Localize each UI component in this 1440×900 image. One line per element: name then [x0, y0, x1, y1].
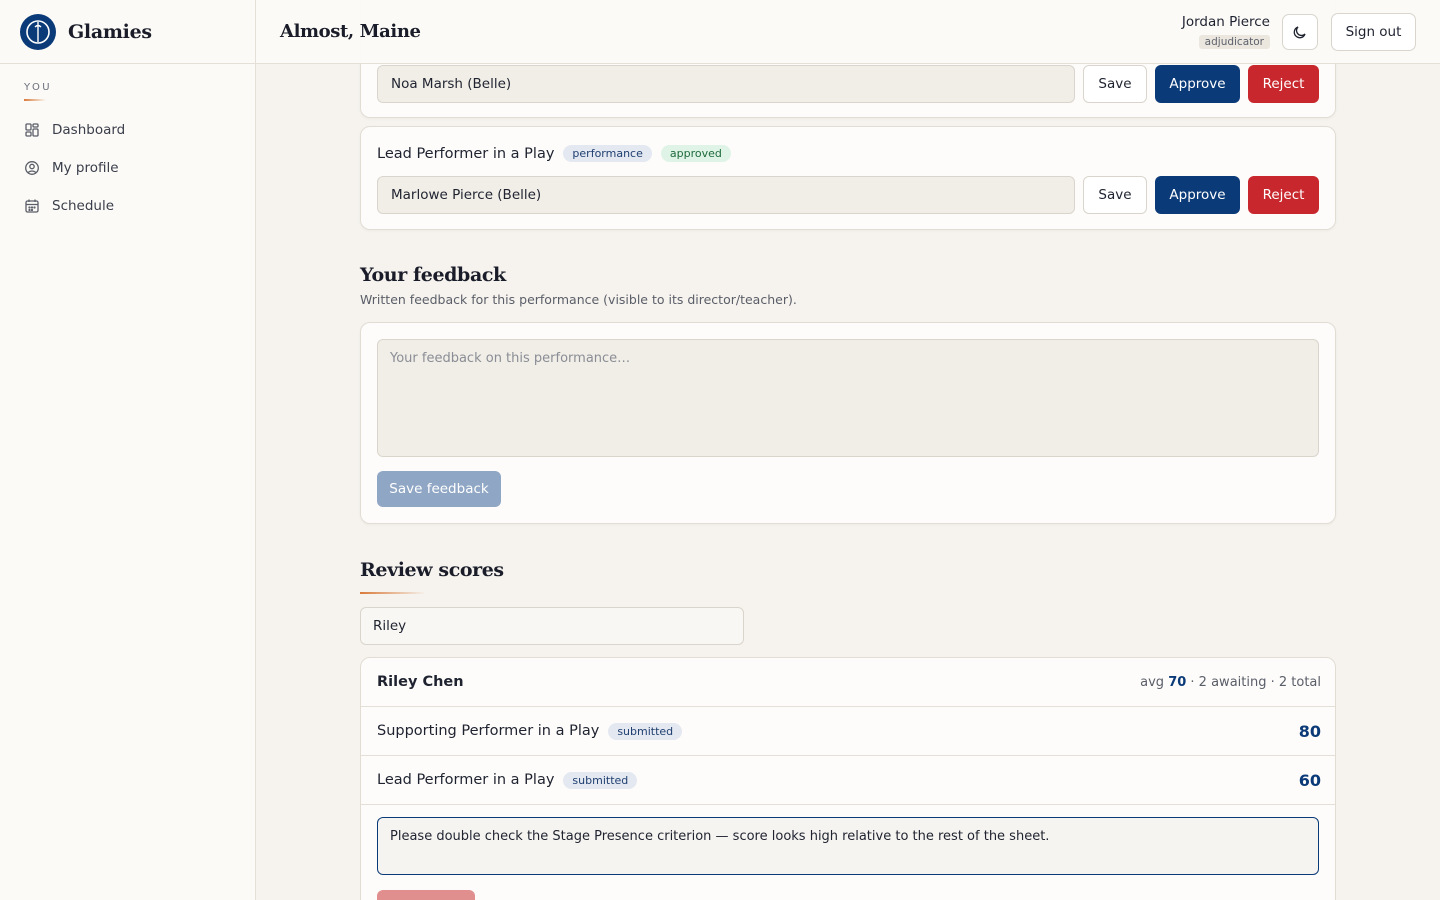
heading-underline	[360, 592, 426, 594]
student-header-row[interactable]: Riley Chen avg 70 · 2 awaiting · 2 total	[361, 658, 1335, 707]
dashboard-icon	[25, 123, 39, 137]
score-value: 80	[1298, 721, 1321, 741]
avg-score: 70	[1168, 674, 1187, 690]
sidebar-nav: Dashboard My profile Schedule	[0, 111, 255, 225]
return-score-button[interactable]	[377, 890, 475, 900]
score-value: 60	[1298, 770, 1321, 790]
section-underline	[24, 99, 46, 101]
category-title: Lead Performer in a Play	[377, 145, 555, 162]
reject-button[interactable]: Reject	[1248, 65, 1319, 103]
status-badge: submitted	[563, 771, 638, 789]
user-circle-icon	[25, 161, 39, 175]
status-badge: approved	[660, 145, 731, 162]
theme-toggle-button[interactable]	[1282, 14, 1318, 50]
sidebar-item-dashboard[interactable]: Dashboard	[0, 111, 255, 149]
approve-button[interactable]: Approve	[1155, 65, 1240, 103]
student-stats: avg 70 · 2 awaiting · 2 total	[1140, 675, 1321, 690]
user-role-badge: adjudicator	[1198, 35, 1270, 49]
feedback-textarea[interactable]: Your feedback on this performance…	[377, 339, 1319, 457]
page-title: Almost, Maine	[280, 21, 421, 42]
sidebar-item-label: Schedule	[52, 198, 115, 214]
nomination-header: Lead Performer in a Play performance app…	[377, 145, 731, 162]
feedback-heading: Your feedback	[360, 264, 506, 286]
student-name: Riley Chen	[377, 674, 464, 690]
section-label-you: YOU	[24, 82, 52, 93]
brand[interactable]: Glamies	[0, 0, 255, 64]
stats-rest: · 2 awaiting · 2 total	[1190, 674, 1321, 690]
moon-icon	[1293, 26, 1306, 39]
review-note-textarea[interactable]: Please double check the Stage Presence c…	[377, 817, 1319, 875]
sidebar-item-schedule[interactable]: Schedule	[0, 187, 255, 225]
save-button[interactable]: Save	[1083, 65, 1147, 103]
reject-button[interactable]: Reject	[1248, 176, 1319, 214]
calendar-icon	[25, 199, 39, 213]
sidebar-item-label: My profile	[52, 160, 119, 176]
sidebar-item-my-profile[interactable]: My profile	[0, 149, 255, 187]
glamies-logo-icon	[20, 13, 56, 50]
save-feedback-button[interactable]: Save feedback	[377, 471, 501, 507]
top-bar: Almost, Maine Jordan Pierce adjudicator …	[256, 0, 1440, 64]
nominee-input[interactable]: Noa Marsh (Belle)	[377, 65, 1075, 103]
user-info: Jordan Pierce adjudicator	[1182, 14, 1270, 49]
sidebar: Glamies YOU Dashboard My profile Schedul…	[0, 0, 256, 900]
score-category: Supporting Performer in a Play	[377, 723, 600, 739]
review-card: Riley Chen avg 70 · 2 awaiting · 2 total…	[360, 657, 1336, 900]
nomination-row: Marlowe Pierce (Belle) Save Approve Reje…	[377, 176, 1319, 214]
nominee-input[interactable]: Marlowe Pierce (Belle)	[377, 176, 1075, 214]
approve-button[interactable]: Approve	[1155, 176, 1240, 214]
student-search-input[interactable]: Riley	[360, 607, 744, 645]
nomination-card: Lead Performer in a Play performance app…	[360, 126, 1336, 230]
feedback-subtext: Written feedback for this performance (v…	[360, 292, 797, 307]
score-category: Lead Performer in a Play	[377, 772, 555, 788]
feedback-card: Your feedback on this performance… Save …	[360, 322, 1336, 524]
sign-out-button[interactable]: Sign out	[1331, 13, 1416, 51]
user-name: Jordan Pierce	[1181, 14, 1270, 30]
review-scores-heading: Review scores	[360, 559, 504, 581]
brand-name: Glamies	[68, 20, 152, 43]
nomination-row: Noa Marsh (Belle) Save Approve Reject	[377, 65, 1319, 103]
avg-label: avg	[1140, 674, 1165, 690]
type-badge: performance	[563, 145, 652, 162]
score-row[interactable]: Lead Performer in a Play submitted 60	[361, 756, 1335, 805]
status-badge: submitted	[608, 722, 683, 740]
score-row[interactable]: Supporting Performer in a Play submitted…	[361, 707, 1335, 756]
sidebar-item-label: Dashboard	[52, 122, 126, 138]
save-button[interactable]: Save	[1083, 176, 1147, 214]
